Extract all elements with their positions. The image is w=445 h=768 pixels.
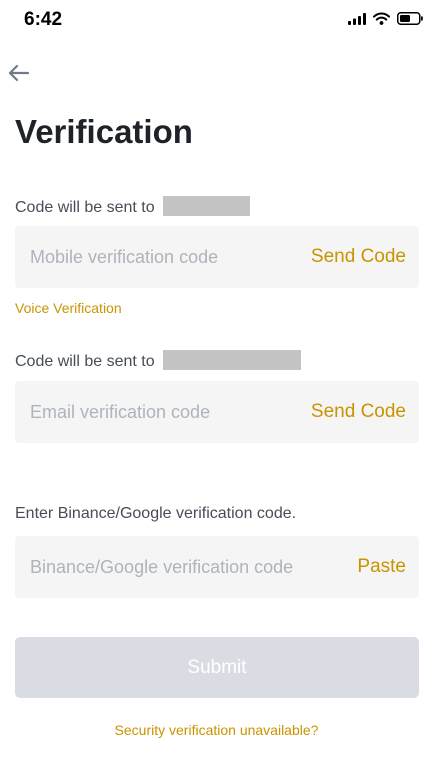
submit-button[interactable]: Submit	[15, 637, 419, 698]
redacted-phone-number	[163, 196, 251, 216]
paste-button[interactable]: Paste	[357, 556, 406, 578]
email-send-code-button[interactable]: Send Code	[311, 401, 406, 423]
mobile-code-label-text: Code will be sent to	[15, 199, 155, 216]
signal-icon	[348, 12, 366, 25]
email-code-label-text: Code will be sent to	[15, 353, 155, 370]
authenticator-code-input[interactable]	[30, 536, 340, 598]
voice-verification-link[interactable]: Voice Verification	[15, 300, 122, 316]
email-code-input[interactable]	[30, 381, 300, 443]
email-code-field: Send Code	[15, 381, 419, 443]
redacted-email	[163, 350, 302, 370]
wifi-icon	[373, 12, 390, 25]
page-title: Verification	[15, 113, 193, 150]
battery-icon	[397, 12, 423, 25]
status-icons	[348, 12, 423, 25]
mobile-code-label: Code will be sent to	[15, 196, 251, 217]
mobile-send-code-button[interactable]: Send Code	[311, 246, 406, 268]
authenticator-label: Enter Binance/Google verification code.	[15, 505, 297, 522]
status-bar: 6:42	[0, 0, 445, 44]
status-time: 6:42	[24, 9, 63, 30]
mobile-code-field: Send Code	[15, 226, 419, 288]
authenticator-code-field: Paste	[15, 536, 419, 598]
mobile-code-input[interactable]	[30, 226, 300, 288]
email-code-label: Code will be sent to	[15, 350, 302, 371]
security-verification-unavailable-link[interactable]: Security verification unavailable?	[0, 722, 433, 738]
back-arrow-icon[interactable]	[4, 58, 34, 88]
